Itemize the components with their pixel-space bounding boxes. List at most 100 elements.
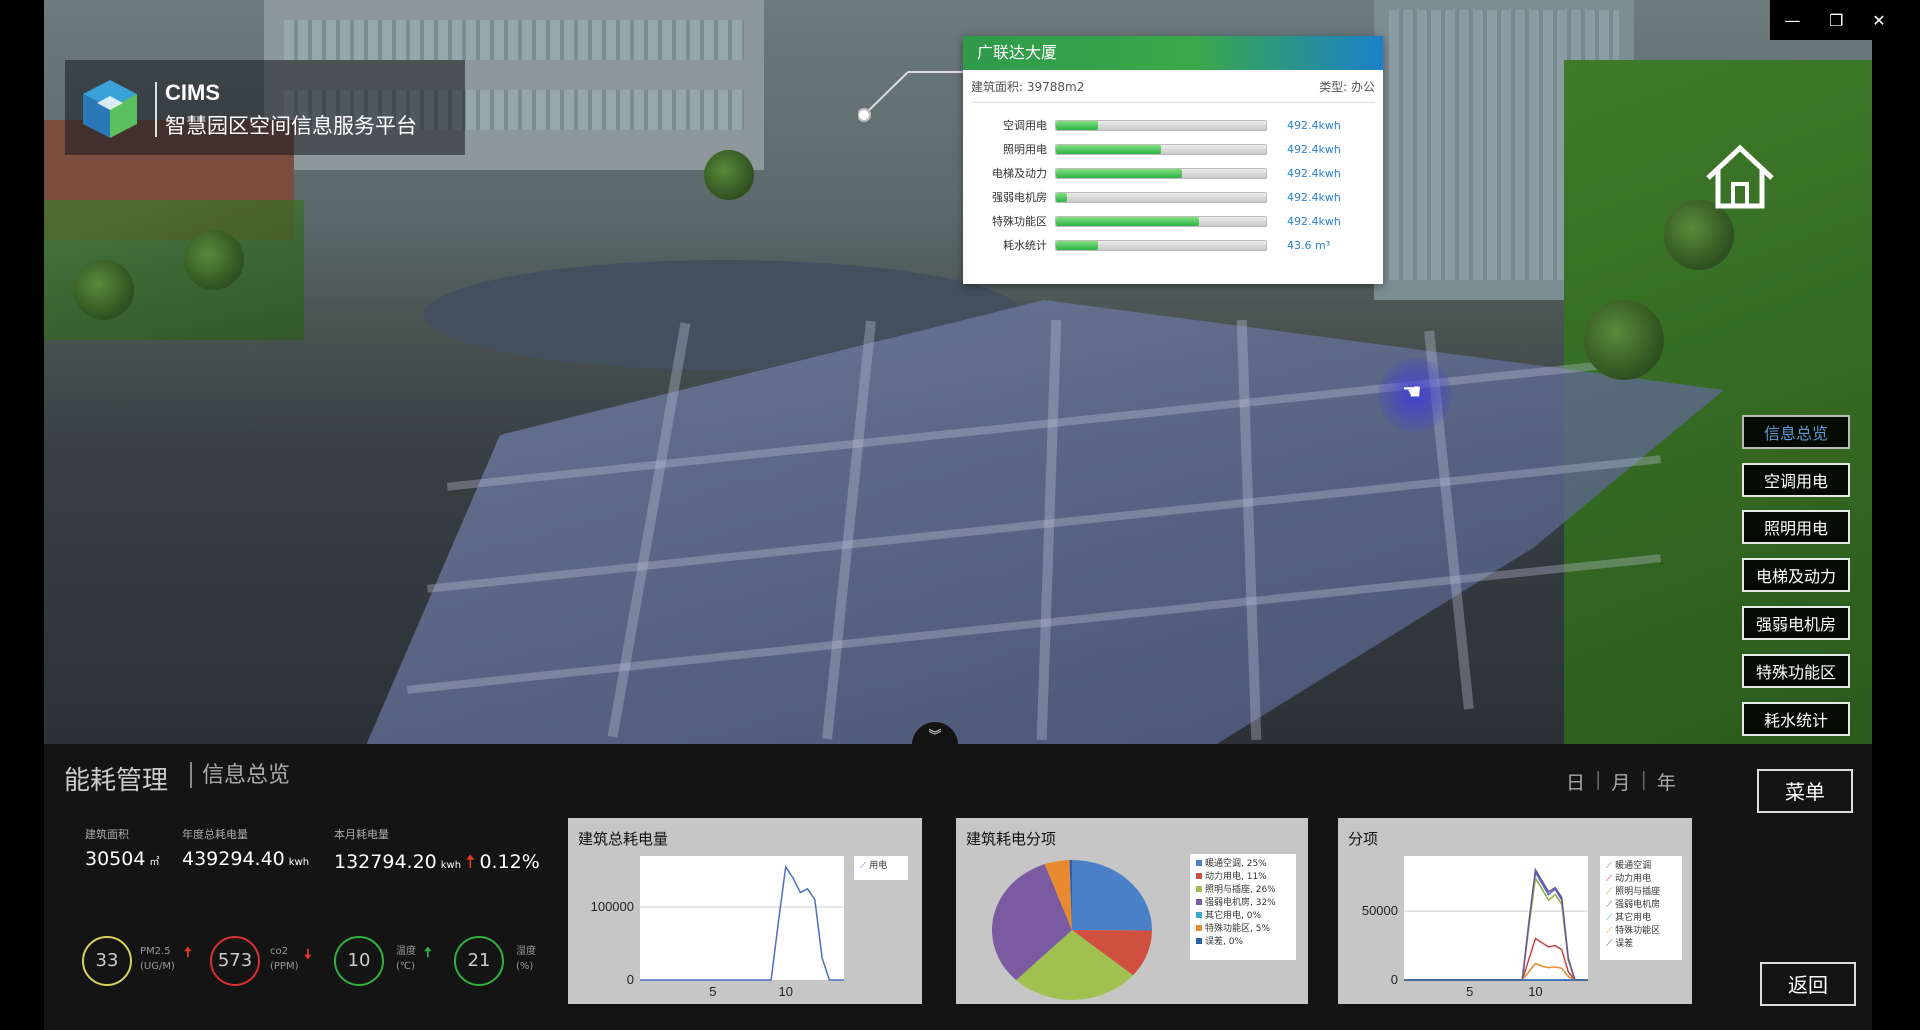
platform-title: 智慧园区空间信息服务平台 <box>165 114 417 138</box>
legend-label: 特殊功能区 <box>1615 926 1661 936</box>
trend-up-icon: 🠅 <box>465 851 476 873</box>
period-year[interactable]: 年 <box>1657 768 1676 795</box>
chart-legend: 暖通空调, 25% 动力用电, 11% 照明与插座, 26% 强弱电机房, 32% 其它… <box>1190 854 1296 960</box>
row-label: 耗水统计 <box>1003 239 1047 252</box>
legend-swatch: ⟋ <box>1606 861 1616 871</box>
brand-name: CIMS <box>165 80 220 105</box>
x-tick-label: 5 <box>1466 984 1473 999</box>
total-power-chart: 建筑总耗电量 0 100000 5 10 ⟋ 用电 <box>568 818 922 1004</box>
legend-item: 其它用电, 0% <box>1196 910 1290 923</box>
building-info-card: 广联达大厦 建筑面积: 39788m2 类型: 办公 空调用电 492.4kwh … <box>963 36 1383 284</box>
progress-bar <box>1055 215 1267 227</box>
stat-change: 0.12% <box>479 851 540 873</box>
legend-swatch: ⟋ <box>1606 874 1616 884</box>
menu-button[interactable]: 菜单 <box>1757 769 1853 813</box>
tree <box>1664 200 1734 270</box>
period-divider: | <box>1595 768 1602 790</box>
legend-label: 强弱电机房 <box>1615 900 1661 910</box>
legend-swatch <box>1196 938 1202 944</box>
row-label: 强弱电机房 <box>992 191 1047 204</box>
legend-item: ⟋ 动力用电 <box>1606 873 1676 886</box>
legend-label: 暖通空调, 25% <box>1205 859 1267 869</box>
menu-elevator-button[interactable]: 电梯及动力 <box>1742 558 1850 592</box>
progress-fill <box>1056 120 1098 130</box>
plot-area <box>1404 856 1588 980</box>
legend-label: 照明与插座 <box>1615 887 1661 897</box>
row-value: 492.4kwh <box>1287 142 1341 156</box>
building-name: 广联达大厦 <box>963 36 1383 70</box>
pointer-cursor: ☚ <box>1378 358 1452 432</box>
building-area: 建筑面积: 39788m2 <box>971 79 1085 94</box>
legend-item: ⟋ 误差 <box>1606 938 1676 951</box>
pm25-gauge: 33 <box>82 936 132 986</box>
gauge-name: 湿度 <box>516 946 536 957</box>
legend-swatch <box>1196 886 1202 892</box>
gauge-unit: (UG/M) <box>140 961 175 972</box>
consumption-row: 空调用电 492.4kwh <box>963 113 1383 137</box>
gauge-unit: (%) <box>516 961 534 972</box>
legend-label: 其它用电, 0% <box>1205 911 1261 921</box>
legend-swatch <box>1196 899 1202 905</box>
legend-label: 动力用电 <box>1615 874 1652 884</box>
legend-item: 暖通空调, 25% <box>1196 858 1290 871</box>
legend-item: ⟋ 强弱电机房 <box>1606 899 1676 912</box>
progress-bar <box>1055 143 1267 155</box>
progress-bar <box>1055 239 1267 251</box>
chart-legend: ⟋ 暖通空调 ⟋ 动力用电 ⟋ 照明与插座 ⟋ 强弱电机房 ⟋ 其它用电 ⟋ 特殊功能区 ⟋… <box>1600 856 1682 960</box>
consumption-row: 电梯及动力 492.4kwh <box>963 161 1383 185</box>
row-value: 492.4kwh <box>1287 214 1341 228</box>
panel-subtitle: 信息总览 <box>190 762 290 788</box>
temperature-gauge: 10 <box>334 936 384 986</box>
chart-legend: ⟋ 用电 <box>854 856 908 880</box>
consumption-rows: 空调用电 492.4kwh 照明用电 492.4kwh 电梯及动力 492.4kwh … <box>963 103 1383 257</box>
tree <box>704 150 754 200</box>
period-selector: 日 | 月 | 年 <box>1566 768 1676 795</box>
total-power-plot: 0 100000 5 10 <box>591 856 844 999</box>
stat-building-area: 建筑面积 30504 ㎡ <box>85 826 159 870</box>
legend-label: 误差, 0% <box>1205 937 1243 947</box>
legend-swatch: ⟋ <box>1606 913 1616 923</box>
stat-label: 年度总耗电量 <box>182 828 248 841</box>
home-icon[interactable] <box>1704 144 1776 210</box>
legend-swatch <box>1196 912 1202 918</box>
back-button[interactable]: 返回 <box>1760 962 1856 1006</box>
menu-lighting-button[interactable]: 照明用电 <box>1742 510 1850 544</box>
row-value: 492.4kwh <box>1287 118 1341 132</box>
menu-machine-room-button[interactable]: 强弱电机房 <box>1742 606 1850 640</box>
legend-label: 暖通空调 <box>1615 861 1652 871</box>
row-label: 空调用电 <box>1003 119 1047 132</box>
progress-bar <box>1055 191 1267 203</box>
legend-swatch: ⟋ <box>1606 900 1616 910</box>
tree <box>1584 300 1664 380</box>
hand-cursor-icon: ☚ <box>1402 380 1422 405</box>
period-month[interactable]: 月 <box>1611 768 1630 795</box>
consumption-row: 特殊功能区 492.4kwh <box>963 209 1383 233</box>
building-left-windows <box>284 20 744 60</box>
menu-overview-button[interactable]: 信息总览 <box>1742 415 1850 449</box>
minimize-icon[interactable]: — <box>1784 11 1800 30</box>
restore-icon[interactable]: ❐ <box>1829 11 1843 30</box>
app-logo: CIMS 智慧园区空间信息服务平台 <box>65 60 465 155</box>
stat-label: 本月耗电量 <box>334 828 389 841</box>
menu-ac-power-button[interactable]: 空调用电 <box>1742 463 1850 497</box>
legend-label: 照明与插座, 26% <box>1205 885 1276 895</box>
legend-item: 强弱电机房, 32% <box>1196 897 1290 910</box>
legend-swatch: ⟋ <box>1606 926 1616 936</box>
progress-fill <box>1056 240 1098 250</box>
menu-water-button[interactable]: 耗水统计 <box>1742 702 1850 736</box>
tree <box>74 260 134 320</box>
x-tick-label: 5 <box>709 984 716 999</box>
row-value: 492.4kwh <box>1287 190 1341 204</box>
close-icon[interactable]: ✕ <box>1872 11 1885 30</box>
legend-item: ⟋ 其它用电 <box>1606 912 1676 925</box>
legend-label: 特殊功能区, 5% <box>1205 924 1270 934</box>
legend-swatch <box>1196 860 1202 866</box>
period-day[interactable]: 日 <box>1566 768 1585 795</box>
consumption-row: 耗水统计 43.6 m³ <box>963 233 1383 257</box>
legend-item: ⟋ 照明与插座 <box>1606 886 1676 899</box>
stat-value-line: 132794.20 kwh 🠅 0.12% <box>334 848 540 880</box>
stat-unit: ㎡ <box>149 857 160 868</box>
panel-title: 能耗管理 <box>64 766 169 796</box>
power-breakdown-chart: 建筑耗电分项 暖通空调, 25% 动力用电, 11% 照明与插座, 26% 强弱电机房… <box>956 818 1308 1004</box>
menu-special-zone-button[interactable]: 特殊功能区 <box>1742 654 1850 688</box>
